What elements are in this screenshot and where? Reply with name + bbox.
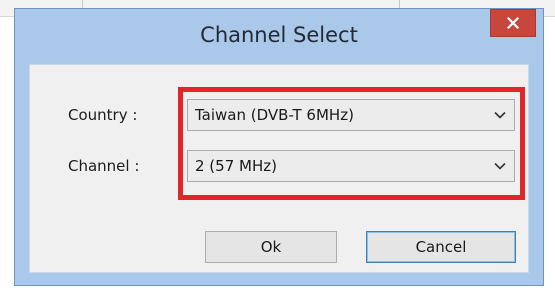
country-label: Country : — [68, 106, 138, 124]
cancel-button[interactable]: Cancel — [366, 231, 516, 263]
channel-select-dialog: Channel Select Country : Channel : Taiwa… — [14, 8, 544, 286]
dialog-body: Country : Channel : Taiwan (DVB-T 6MHz) … — [29, 64, 529, 273]
close-button[interactable] — [490, 9, 536, 37]
ok-button[interactable]: Ok — [205, 231, 337, 263]
close-icon — [507, 17, 519, 29]
channel-label: Channel : — [68, 157, 140, 175]
dialog-title: Channel Select — [200, 23, 358, 47]
highlight-box — [178, 87, 525, 200]
title-bar[interactable]: Channel Select — [15, 9, 543, 64]
